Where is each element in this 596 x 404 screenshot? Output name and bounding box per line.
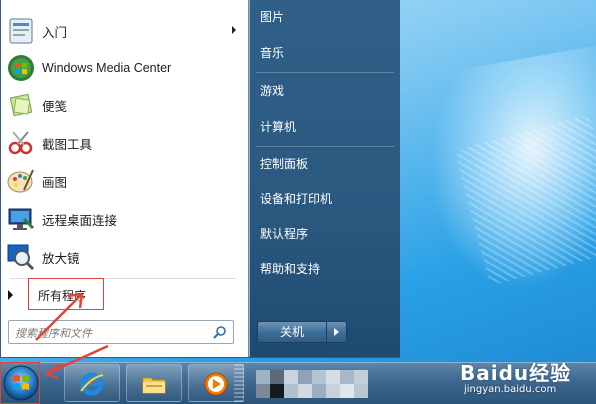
program-label: 入门 [42,25,68,40]
search-input[interactable] [13,323,207,343]
remote-desktop-icon [6,204,36,234]
program-label: 远程桌面连接 [42,213,118,228]
program-label: 截图工具 [42,137,93,152]
places-item-pictures[interactable]: 图片 [260,6,284,28]
places-item-devices-printers[interactable]: 设备和打印机 [260,188,332,210]
taskbar-button-file-explorer[interactable] [126,364,182,402]
getting-started-icon [6,16,36,46]
windows-media-center-icon [6,53,36,83]
expand-arrow-icon [8,290,13,300]
program-label: 放大镜 [42,251,80,266]
shutdown-split-button: 关机 [257,321,347,343]
highlight-box-all-programs [28,278,104,310]
places-item-control-panel[interactable]: 控制面板 [260,153,308,175]
taskbar-handle[interactable] [234,364,244,402]
places-item-computer[interactable]: 计算机 [260,116,296,138]
places-item-default-programs[interactable]: 默认程序 [260,223,308,245]
blurred-taskbar-area [250,364,376,402]
watermark: Baidu经验 jingyan.baidu.com [460,357,590,397]
program-item-paint[interactable]: 画图 [2,164,242,198]
program-item-snipping-tool[interactable]: 截图工具 [2,126,242,160]
search-icon[interactable] [213,325,227,339]
program-label: 便笺 [42,99,68,114]
file-explorer-icon [142,377,166,394]
taskbar-button-internet-explorer[interactable] [64,364,120,402]
places-item-help-support[interactable]: 帮助和支持 [260,258,320,280]
snipping-tool-icon [6,128,36,158]
highlight-box-start-button [0,362,40,404]
shutdown-button[interactable]: 关机 [257,321,327,343]
shutdown-options-button[interactable] [327,321,347,343]
magnifier-icon [6,242,36,272]
places-separator [256,72,394,73]
chevron-right-icon [334,328,339,336]
places-separator [256,146,394,147]
search-box[interactable] [8,320,234,344]
watermark-url: jingyan.baidu.com [464,384,557,395]
watermark-logo: Baidu经验 [460,361,572,385]
program-item-getting-started[interactable]: 入门 [2,14,242,48]
media-player-icon [204,372,228,396]
program-label: Windows Media Center [42,61,172,75]
program-item-magnifier[interactable]: 放大镜 [2,240,242,274]
places-item-music[interactable]: 音乐 [260,42,284,64]
program-item-windows-media-center[interactable]: Windows Media Center [2,51,242,85]
internet-explorer-icon [80,372,104,396]
sticky-notes-icon [6,90,36,120]
submenu-arrow-icon [232,26,236,34]
program-item-sticky-notes[interactable]: 便笺 [2,88,242,122]
program-item-remote-desktop[interactable]: 远程桌面连接 [2,202,242,236]
program-label: 画图 [42,175,68,190]
paint-icon [6,166,36,196]
places-item-games[interactable]: 游戏 [260,80,284,102]
